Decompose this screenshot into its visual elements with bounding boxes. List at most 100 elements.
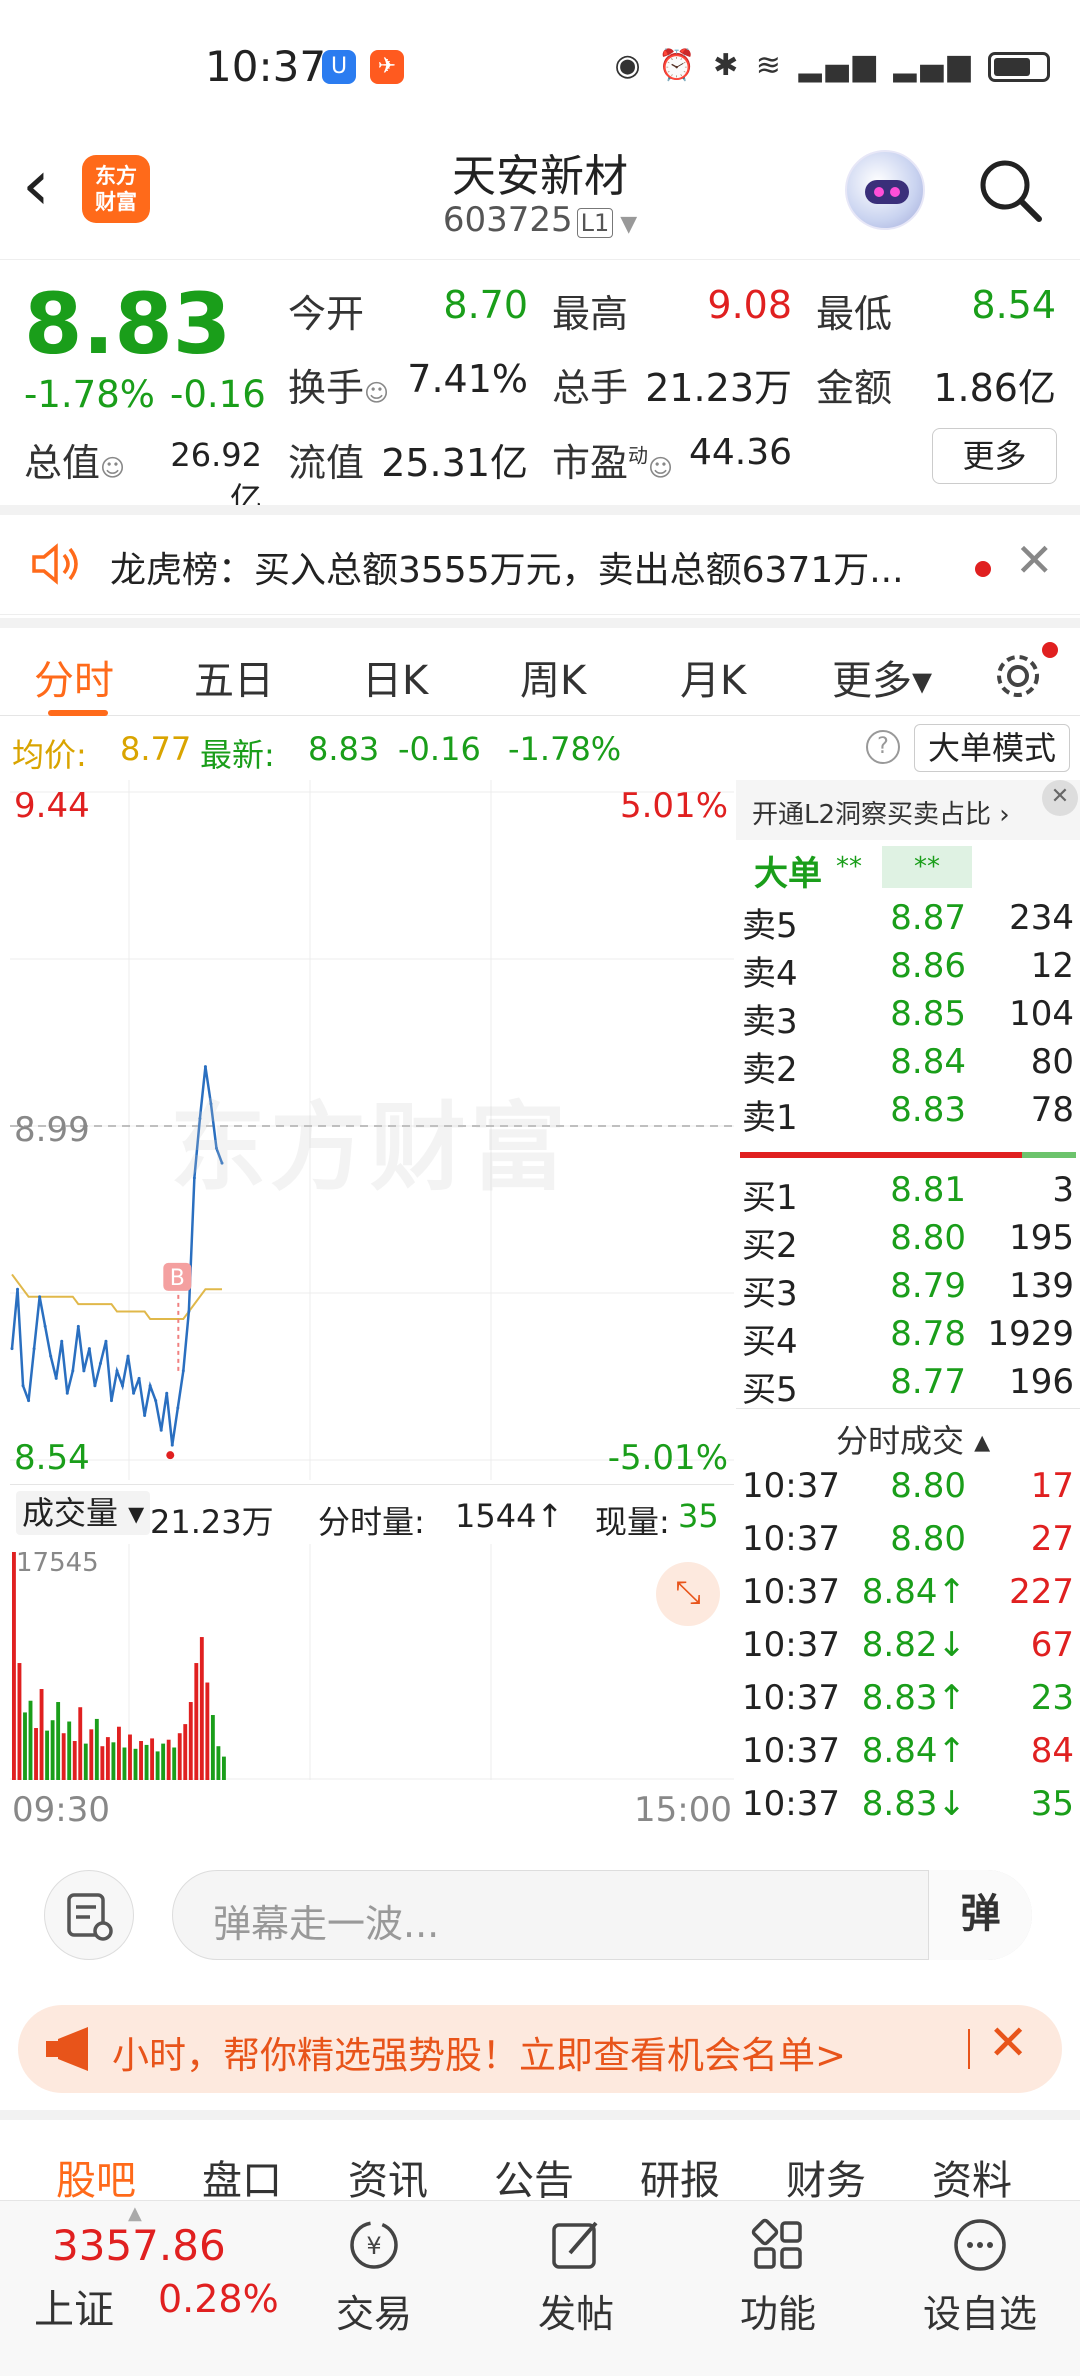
danmu-input[interactable]: 弹幕走一波...: [172, 1870, 1032, 1960]
price-point: [132, 1391, 136, 1395]
pct-max-label: 5.01%: [619, 786, 728, 826]
ticks-title[interactable]: 分时成交 ▴: [836, 1416, 990, 1462]
nav-functions[interactable]: 功能: [708, 2215, 848, 2338]
y-max-label: 9.44: [14, 786, 90, 826]
danmu-toggle-button[interactable]: 弹: [928, 1870, 1032, 1960]
low-label: 最低: [816, 292, 893, 336]
volume-chart[interactable]: 17545 ⤡: [10, 1544, 734, 1780]
nav-watchlist[interactable]: 设自选: [910, 2215, 1050, 2338]
l2-banner[interactable]: 开通L2洞察买卖占比 › ✕: [736, 780, 1080, 840]
alarm-icon: ⏰: [658, 48, 700, 83]
index-name: 上证: [34, 2287, 114, 2333]
open-label: 今开: [288, 292, 365, 336]
gear-icon[interactable]: [990, 648, 1046, 704]
tick-volume: 84: [1030, 1731, 1074, 1771]
tab-weekly-k[interactable]: 周K: [520, 648, 586, 706]
index-ticker[interactable]: ▲ 3357.86 上证 0.28%: [0, 2201, 290, 2377]
intraday-chart[interactable]: B 9.44 5.01% 8.99 8.54 -5.01% 东方财富: [10, 780, 734, 1480]
info-icon[interactable]: ☺: [648, 454, 673, 482]
expand-icon[interactable]: ⤡: [656, 1562, 720, 1626]
bid-row: 买1 8.81 3: [736, 1170, 1080, 1218]
minute-volume: 1544↑: [455, 1497, 564, 1535]
notice-text[interactable]: 龙虎榜：买入总额3555万元，卖出总额6371万...: [110, 541, 950, 593]
nav-trade[interactable]: ¥ 交易: [304, 2215, 444, 2338]
price-point: [38, 1295, 42, 1299]
tab-finance[interactable]: 财务: [786, 2148, 866, 2206]
buy-point: [166, 1451, 175, 1460]
tab-pankou[interactable]: 盘口: [202, 2148, 282, 2206]
ask-volume: 78: [1030, 1090, 1074, 1130]
price-point: [109, 1399, 113, 1403]
app-notification-icon-2: ✈: [370, 50, 404, 84]
price-point: [82, 1369, 86, 1373]
tab-intraday[interactable]: 分时: [34, 648, 114, 706]
tab-five-day[interactable]: 五日: [194, 648, 274, 706]
pe-label: 市盈动☺: [552, 441, 674, 485]
nav-trade-label: 交易: [335, 2292, 412, 2336]
price-point: [43, 1324, 47, 1328]
tab-monthly-k[interactable]: 月K: [680, 648, 746, 706]
volume-bar: [222, 1756, 226, 1780]
last-price: 8.83: [24, 275, 232, 373]
price-point: [49, 1354, 53, 1358]
ask-volume: 234: [1009, 898, 1074, 938]
tab-guba[interactable]: 股吧: [56, 2148, 136, 2206]
danmu-settings-icon[interactable]: [44, 1870, 134, 1960]
notice-bar[interactable]: 龙虎榜：买入总额3555万元，卖出总额6371万... ✕: [0, 505, 1080, 615]
tab-more[interactable]: 更多▾: [832, 648, 932, 706]
tab-news[interactable]: 资讯: [348, 2148, 428, 2206]
bid-volume: 1929: [987, 1314, 1074, 1354]
more-button[interactable]: 更多: [932, 428, 1057, 484]
volume-bar: [117, 1726, 121, 1780]
volume-bar: [39, 1689, 44, 1780]
volume-bar: [155, 1751, 160, 1780]
tab-research[interactable]: 研报: [640, 2148, 720, 2206]
volume-bar: [122, 1747, 127, 1780]
price-point: [121, 1384, 125, 1388]
bid-volume: 196: [1009, 1362, 1074, 1402]
robot-assistant-icon[interactable]: [845, 150, 925, 230]
ref-price-label: 8.99: [14, 1110, 90, 1150]
status-clock: 10:37: [205, 42, 327, 91]
help-icon[interactable]: ?: [866, 730, 900, 764]
volume-bar: [83, 1743, 88, 1780]
tab-announcements[interactable]: 公告: [494, 2148, 574, 2206]
bid-row: 买3 8.79 139: [736, 1266, 1080, 1314]
promo-text[interactable]: 小时，帮你精选强势股！立即查看机会名单>: [112, 2025, 972, 2079]
watermark: 东方财富: [170, 1092, 570, 1204]
ask-price: 8.84: [890, 1042, 966, 1082]
price-point: [60, 1339, 64, 1343]
price-point: [10, 1347, 14, 1351]
volume-label: 总手: [552, 366, 629, 410]
close-icon[interactable]: ✕: [1042, 780, 1078, 816]
ask-price: 8.85: [890, 994, 966, 1034]
volume-bar: [89, 1729, 94, 1780]
close-icon[interactable]: ✕: [1015, 537, 1054, 583]
volume-max-label: 17545: [16, 1548, 99, 1578]
volume-bar: [150, 1738, 155, 1780]
tab-profile[interactable]: 资料: [932, 2148, 1012, 2206]
price-point: [16, 1287, 20, 1291]
volume-total: 21.23万: [150, 1503, 274, 1541]
tab-daily-k[interactable]: 日K: [362, 648, 428, 706]
volume-bar: [111, 1742, 116, 1780]
tick-volume: 27: [1030, 1519, 1074, 1559]
float-cap-value: 25.31亿: [381, 441, 528, 485]
content-tabs: 股吧 盘口 资讯 公告 研报 财务 资料: [0, 2110, 1080, 2204]
close-icon[interactable]: ✕: [988, 2019, 1028, 2067]
info-icon[interactable]: ☺: [364, 379, 389, 407]
megaphone-icon: [44, 2025, 100, 2073]
volume-bar: [210, 1715, 215, 1780]
volume-bar: [128, 1734, 132, 1780]
nav-post[interactable]: 发帖: [506, 2215, 646, 2338]
volume-chart-svg: [10, 1544, 734, 1780]
big-order-mode-button[interactable]: 大单模式: [914, 724, 1070, 772]
volume-selector[interactable]: 成交量 ▾: [16, 1491, 151, 1535]
promo-banner[interactable]: 小时，帮你精选强势股！立即查看机会名单> ✕: [18, 2005, 1062, 2093]
bid-volume: 3: [1052, 1170, 1074, 1210]
open-value: 8.70: [443, 283, 528, 327]
tick-volume: 227: [1009, 1572, 1074, 1612]
price-point: [65, 1391, 69, 1395]
info-icon[interactable]: ☺: [100, 454, 125, 482]
search-icon[interactable]: [975, 155, 1045, 225]
